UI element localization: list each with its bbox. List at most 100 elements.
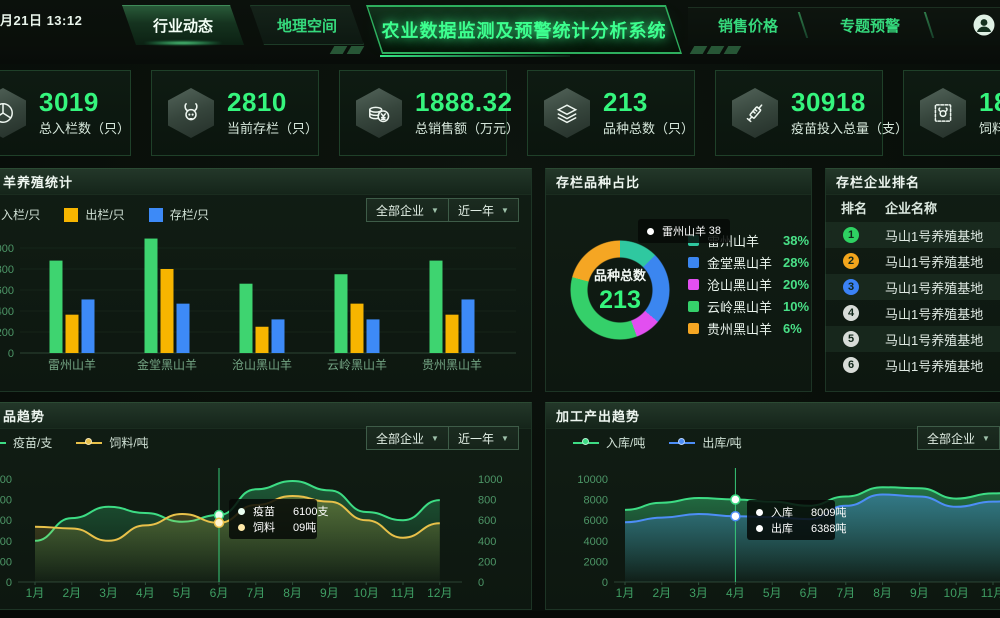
legend-item[interactable]: 出库/吨 (669, 434, 741, 451)
legend-percent: 6% (783, 321, 802, 336)
kpi-value: 213 (603, 89, 694, 115)
filter-label: 近一年 (458, 430, 494, 447)
bottom-strip (0, 611, 1000, 618)
top-nav: 月21日 13:12 行业动态 地理空间 农业数据监测及预警统计分析系统 销售价… (0, 0, 1000, 64)
filter-label: 近一年 (458, 202, 494, 219)
tooltip-value: 38 (709, 225, 721, 237)
donut-center-value: 213 (599, 286, 641, 315)
kpi-label: 疫苗投入总量（支） (791, 118, 908, 137)
tooltip-series: 入库 (771, 504, 797, 520)
tab-label: 行业动态 (153, 15, 213, 36)
variety-legend: 雷州山羊38%金堂黑山羊28%沧山黑山羊20%云岭黑山羊10%贵州黑山羊6% (688, 229, 809, 339)
kpi-hex (732, 88, 778, 138)
chevron-down-icon: ▼ (501, 434, 509, 443)
donut-center: 品种总数 213 (570, 240, 670, 340)
kpi-card: 3019 总入栏数（只） (0, 70, 131, 156)
legend-label: 贵州黑山羊 (707, 319, 775, 338)
kpi-label: 总销售额（万元） (415, 118, 519, 137)
tooltip-dot-icon (238, 524, 245, 531)
legend-line-marker-icon (669, 442, 695, 444)
legend-item[interactable]: 出栏/只 (64, 206, 124, 223)
variety-legend-item[interactable]: 云岭黑山羊10% (688, 295, 809, 317)
goat-icon (178, 100, 204, 126)
chevron-down-icon: ▼ (431, 206, 439, 215)
variety-legend-item[interactable]: 沧山黑山羊20% (688, 273, 809, 295)
legend-label: 疫苗/支 (13, 434, 52, 451)
filter-label: 全部企业 (376, 202, 424, 219)
kpi-hex (544, 88, 590, 138)
tooltip-row: 疫苗6100支 (238, 503, 308, 519)
rank-badge: 1 (843, 227, 859, 243)
enterprise-name: 马山1号养殖基地 (885, 304, 983, 323)
table-row[interactable]: 5马山1号养殖基地 (825, 326, 1000, 352)
tab-geo-space[interactable]: 地理空间 (250, 5, 364, 45)
table-row[interactable]: 2马山1号养殖基地 (825, 248, 1000, 274)
kpi-value: 3019 (39, 89, 130, 115)
tooltip-dot-icon (756, 525, 763, 532)
kpi-card: 213 品种总数（只） (527, 70, 695, 156)
user-avatar-icon[interactable] (972, 13, 996, 37)
breeding-period-filter[interactable]: 近一年▼ (448, 198, 519, 222)
tooltip-dot-icon (756, 509, 763, 516)
hatch-deco (707, 46, 725, 54)
breeding-enterprise-filter[interactable]: 全部企业 ▼ (366, 198, 449, 222)
kpi-hex (920, 88, 966, 138)
tab-topic-warning[interactable]: 专题预警 (818, 5, 922, 45)
legend-item[interactable]: 饲料/吨 (76, 434, 148, 451)
legend-line-marker-icon (573, 442, 599, 444)
kpi-card: 30918疫苗投入总量（支） (715, 70, 883, 156)
system-title: 农业数据监测及预警统计分析系统 (366, 5, 682, 54)
legend-item[interactable]: 存栏/只 (149, 206, 209, 223)
product-legend: 疫苗/支 饲料/吨 (0, 434, 173, 451)
legend-label: 金堂黑山羊 (707, 253, 775, 272)
panel-title: 羊养殖统计 (3, 172, 73, 191)
kpi-card: 188饲料投入 (903, 70, 1000, 156)
kpi-label: 饲料投入 (979, 118, 1000, 137)
legend-label: 入栏/只 (1, 206, 40, 223)
variety-legend-item[interactable]: 贵州黑山羊 6% (688, 317, 809, 339)
legend-line-marker-icon (76, 442, 102, 444)
legend-swatch-icon (688, 301, 699, 312)
legend-label: 存栏/只 (170, 206, 209, 223)
table-row[interactable]: 3马山1号养殖基地 (825, 274, 1000, 300)
product-period-filter[interactable]: 近一年 ▼ (448, 426, 519, 450)
tooltip-series: 雷州山羊 (662, 223, 695, 239)
kpi-hex (356, 88, 402, 138)
legend-item[interactable]: 入库/吨 (573, 434, 645, 451)
column-enterprise-name: 企业名称 (885, 198, 937, 217)
kpi-label: 品种总数（只） (603, 118, 694, 137)
panel-title: 存栏品种占比 (556, 172, 640, 191)
processing-tooltip: 入库8009吨出库6388吨 (747, 500, 835, 540)
legend-item[interactable]: 疫苗/支 (0, 434, 52, 451)
legend-percent: 28% (783, 255, 809, 270)
legend-swatch-icon (149, 208, 163, 222)
tab-label: 销售价格 (718, 15, 778, 36)
kpi-label: 总入栏数（只） (39, 118, 130, 137)
kpi-value: 30918 (791, 89, 908, 115)
dashboard: 月21日 13:12 行业动态 地理空间 农业数据监测及预警统计分析系统 销售价… (0, 0, 1000, 618)
processing-enterprise-filter[interactable]: 全部企业▼ (917, 426, 1000, 450)
product-enterprise-filter[interactable]: 全部企业▼ (366, 426, 449, 450)
hatch-deco (330, 46, 348, 54)
donut-center-label: 品种总数 (594, 265, 646, 284)
enterprise-name: 马山1号养殖基地 (885, 226, 983, 245)
product-tooltip: 疫苗6100支饲料 09吨 (229, 499, 317, 539)
tooltip-series: 饲料 (253, 519, 279, 535)
legend-item[interactable]: 入栏/只 (0, 206, 40, 223)
table-row[interactable]: 1 马山1号养殖基地 (825, 222, 1000, 248)
table-row[interactable]: 4马山1号养殖基地 (825, 300, 1000, 326)
tab-industry-news[interactable]: 行业动态 (122, 5, 244, 45)
enterprise-name: 马山1号养殖基地 (885, 356, 983, 375)
tooltip-value: 6100支 (293, 503, 328, 519)
legend-label: 出库/吨 (702, 434, 741, 451)
tooltip-row: 入库8009吨 (756, 504, 826, 520)
legend-percent: 10% (783, 299, 809, 314)
legend-swatch-icon (688, 323, 699, 334)
tab-sales-price[interactable]: 销售价格 (696, 5, 800, 45)
kpi-value: 2810 (227, 89, 318, 115)
tooltip-series: 出库 (771, 520, 797, 536)
variety-tooltip: 雷州山羊 38 (638, 219, 730, 243)
variety-legend-item[interactable]: 金堂黑山羊 28% (688, 251, 809, 273)
table-row[interactable]: 6马山1号养殖基地 (825, 352, 1000, 378)
tooltip-value: 09吨 (293, 519, 316, 535)
